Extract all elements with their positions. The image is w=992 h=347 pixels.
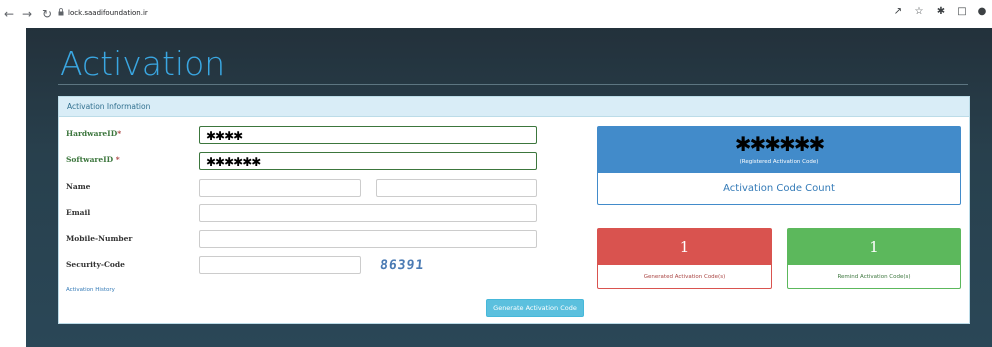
forward-icon[interactable]: → [20,5,34,23]
software-id-label: SoftwareID * [66,155,120,164]
captcha-image: 86391 [379,258,425,273]
mobile-number-input[interactable] [199,230,537,248]
required-marker: * [115,155,120,164]
first-name-input[interactable] [199,179,361,197]
registered-code-box: ✱✱✱✱✱✱ (Registered Activation Code) Acti… [597,126,961,205]
back-icon[interactable]: ← [2,5,16,23]
profile-icon[interactable]: ● [976,6,988,17]
remind-codes-box: 1 Remind Activation Code(s) [787,228,961,289]
hardware-id-value: ✱✱✱✱ [206,129,243,143]
activation-code-count-label: Activation Code Count [723,183,835,194]
last-name-input[interactable] [376,179,537,197]
activation-history-link[interactable]: Activation History [66,287,115,293]
reload-icon[interactable]: ↻ [40,5,54,23]
software-id-label-text: SoftwareID [66,155,114,164]
mobile-number-label: Mobile-Number [66,234,133,243]
remind-codes-caption: Remind Activation Code(s) [837,274,911,280]
required-marker: * [117,129,122,138]
generated-codes-box: 1 Generated Activation Code(s) [597,228,772,289]
security-code-label: Security-Code [66,260,125,269]
registered-code-caption: (Registered Activation Code) [739,159,819,165]
hardware-id-label-text: HardwareID [66,129,118,138]
hardware-id-input[interactable]: ✱✱✱✱ [199,126,537,144]
software-id-value: ✱✱✱✱✱✱ [206,155,261,169]
generated-codes-caption: Generated Activation Code(s) [643,274,726,280]
remind-codes-value: 1 [788,229,960,265]
security-code-input[interactable] [199,256,361,274]
extensions-icon[interactable]: ✱ [935,6,947,17]
email-label: Email [66,208,91,217]
software-id-input[interactable]: ✱✱✱✱✱✱ [199,152,537,170]
browser-toolbar: ← → ↻ lock.saadifoundation.ir ↗ ☆ ✱ □ ● [0,0,992,28]
lock-icon [58,8,64,16]
activation-logo: Activation [60,44,226,83]
registered-code-header: ✱✱✱✱✱✱ (Registered Activation Code) [598,127,960,173]
email-input[interactable] [199,204,537,222]
generated-codes-value: 1 [598,229,771,265]
star-icon[interactable]: ☆ [913,6,925,17]
address-bar[interactable]: lock.saadifoundation.ir [68,9,148,17]
name-label: Name [66,182,91,191]
header-divider [58,84,968,85]
share-icon[interactable]: ↗ [892,6,904,17]
hardware-id-label: HardwareID* [66,129,121,138]
panel-heading: Activation Information [59,97,969,117]
registered-code-value: ✱✱✱✱✱✱ [734,132,826,156]
window-icon[interactable]: □ [956,6,968,17]
generate-activation-code-button[interactable]: Generate Activation Code [486,299,584,317]
